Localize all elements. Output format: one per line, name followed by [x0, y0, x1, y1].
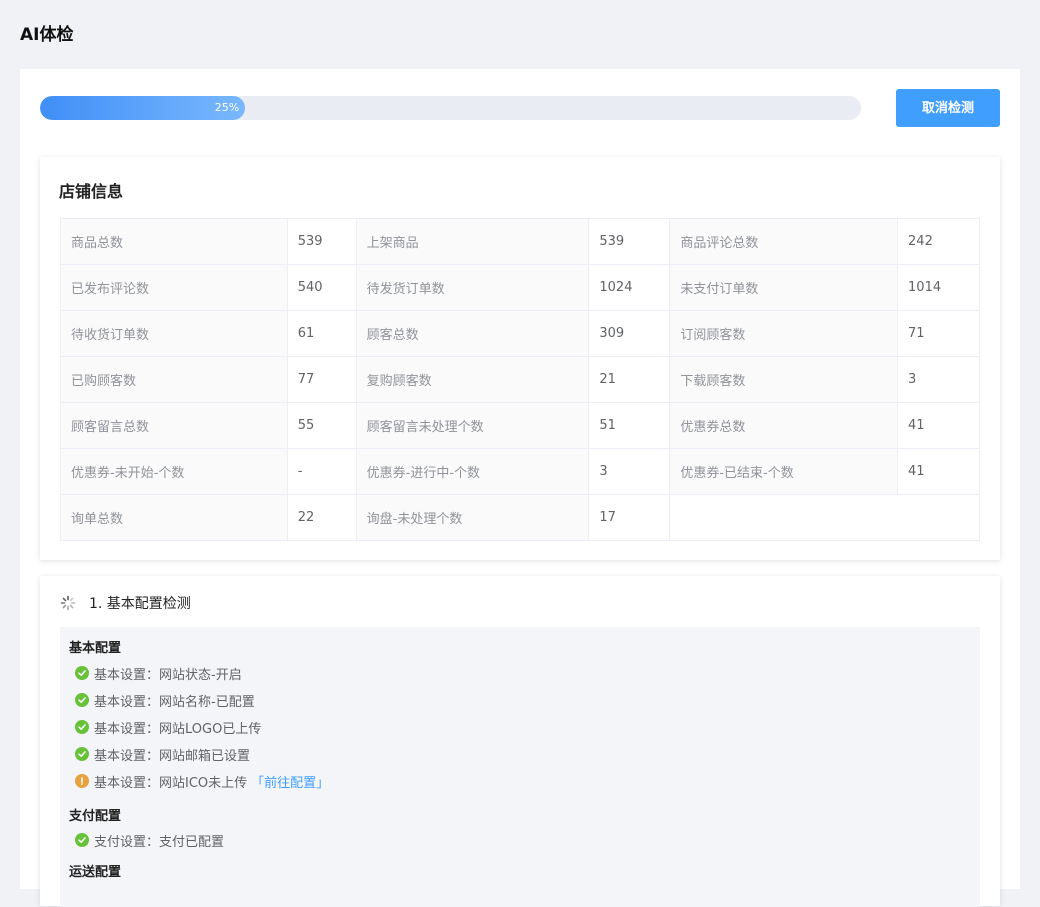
main-panel: 25% 取消检测 店铺信息 商品总数 539 上架商品 539 商品评论总数 2…	[20, 69, 1020, 907]
check-circle-icon	[75, 666, 89, 680]
store-info-card: 店铺信息 商品总数 539 上架商品 539 商品评论总数 242 已发布评论数	[40, 157, 1000, 560]
table-row: 已购顾客数 77 复购顾客数 21 下载顾客数 3	[60, 356, 980, 403]
stat-value: 539	[286, 218, 357, 265]
list-item: 基本设置：网站LOGO已上传	[75, 718, 262, 737]
loading-spinner-icon	[60, 595, 76, 611]
list-item: 基本设置：网站ICO未上传 「前往配置」	[75, 772, 329, 791]
go-configure-link[interactable]: 「前往配置」	[251, 772, 329, 791]
section-title-basic: 基本配置	[69, 641, 122, 656]
stat-label: 订阅顾客数	[669, 310, 899, 357]
stat-label: 顾客总数	[355, 310, 590, 357]
stat-label: 顾客留言总数	[60, 402, 288, 449]
page-title: AI体检	[20, 25, 74, 45]
stat-label: 优惠券-进行中-个数	[355, 448, 590, 495]
store-info-table: 商品总数 539 上架商品 539 商品评论总数 242 已发布评论数 540 …	[60, 218, 980, 541]
check-circle-icon	[75, 693, 89, 707]
list-item: 支付设置：支付已配置	[75, 831, 225, 850]
stat-value: 21	[588, 356, 671, 403]
stat-value: 309	[588, 310, 671, 357]
check-header: 1. 基本配置检测	[60, 593, 191, 613]
check-results: 基本配置 基本设置：网站状态-开启 基本设置：网站名称-已配置 基本设置：网站L…	[60, 627, 980, 907]
section-title-shipping: 运送配置	[69, 865, 122, 880]
stat-label: 商品总数	[60, 218, 288, 265]
table-row: 商品总数 539 上架商品 539 商品评论总数 242	[60, 218, 980, 265]
list-item: 基本设置：网站状态-开启	[75, 664, 242, 683]
empty-cell	[669, 494, 980, 541]
item-text: 基本设置：网站ICO未上传	[94, 775, 248, 791]
warning-circle-icon	[75, 774, 89, 788]
stat-value: 41	[897, 402, 980, 449]
stat-value: 1014	[897, 264, 980, 311]
stat-value: 61	[286, 310, 357, 357]
stat-value: 77	[286, 356, 357, 403]
stat-value: 51	[588, 402, 671, 449]
progress-label: 25%	[214, 101, 240, 114]
stat-label: 优惠券总数	[669, 402, 899, 449]
stat-label: 询单总数	[60, 494, 288, 541]
stat-label: 优惠券-已结束-个数	[669, 448, 899, 495]
config-check-card: 1. 基本配置检测 基本配置 基本设置：网站状态-开启 基本设置：网站名称-已配…	[40, 576, 1000, 907]
section-title-payment: 支付配置	[69, 809, 122, 824]
stat-label: 待发货订单数	[355, 264, 590, 311]
stat-label: 询盘-未处理个数	[355, 494, 590, 541]
stat-value: 17	[588, 494, 671, 541]
stat-value: 539	[588, 218, 671, 265]
stat-value: 1024	[588, 264, 671, 311]
stat-label: 复购顾客数	[355, 356, 590, 403]
table-row: 顾客留言总数 55 顾客留言未处理个数 51 优惠券总数 41	[60, 402, 980, 449]
progress-fill: 25%	[40, 96, 246, 120]
stat-value: -	[286, 448, 357, 495]
stat-label: 已发布评论数	[60, 264, 288, 311]
stat-label: 下载顾客数	[669, 356, 899, 403]
stat-value: 22	[286, 494, 357, 541]
stat-value: 540	[286, 264, 357, 311]
stat-label: 商品评论总数	[669, 218, 899, 265]
stat-value: 71	[897, 310, 980, 357]
table-row: 优惠券-未开始-个数 - 优惠券-进行中-个数 3 优惠券-已结束-个数 41	[60, 448, 980, 495]
progress-bar: 25%	[40, 96, 861, 120]
check-circle-icon	[75, 833, 89, 847]
stat-label: 优惠券-未开始-个数	[60, 448, 288, 495]
table-row: 已发布评论数 540 待发货订单数 1024 未支付订单数 1014	[60, 264, 980, 311]
table-row: 询单总数 22 询盘-未处理个数 17	[60, 494, 980, 541]
stat-label: 待收货订单数	[60, 310, 288, 357]
check-title: 1. 基本配置检测	[89, 596, 191, 612]
stat-label: 未支付订单数	[669, 264, 899, 311]
cancel-check-button[interactable]: 取消检测	[896, 89, 1000, 127]
check-circle-icon	[75, 747, 89, 761]
item-text: 基本设置：网站名称-已配置	[94, 694, 255, 710]
stat-value: 41	[897, 448, 980, 495]
stat-label: 上架商品	[355, 218, 590, 265]
stat-value: 55	[286, 402, 357, 449]
stat-label: 顾客留言未处理个数	[355, 402, 590, 449]
store-info-title: 店铺信息	[59, 182, 124, 201]
check-circle-icon	[75, 720, 89, 734]
list-item: 基本设置：网站邮箱已设置	[75, 745, 251, 764]
item-text: 基本设置：网站邮箱已设置	[94, 748, 251, 764]
stat-value: 3	[588, 448, 671, 495]
item-text: 支付设置：支付已配置	[94, 834, 225, 850]
list-item: 基本设置：网站名称-已配置	[75, 691, 255, 710]
stat-label: 已购顾客数	[60, 356, 288, 403]
stat-value: 242	[897, 218, 980, 265]
stat-value: 3	[897, 356, 980, 403]
item-text: 基本设置：网站状态-开启	[94, 667, 242, 683]
item-text: 基本设置：网站LOGO已上传	[94, 721, 262, 737]
table-row: 待收货订单数 61 顾客总数 309 订阅顾客数 71	[60, 310, 980, 357]
